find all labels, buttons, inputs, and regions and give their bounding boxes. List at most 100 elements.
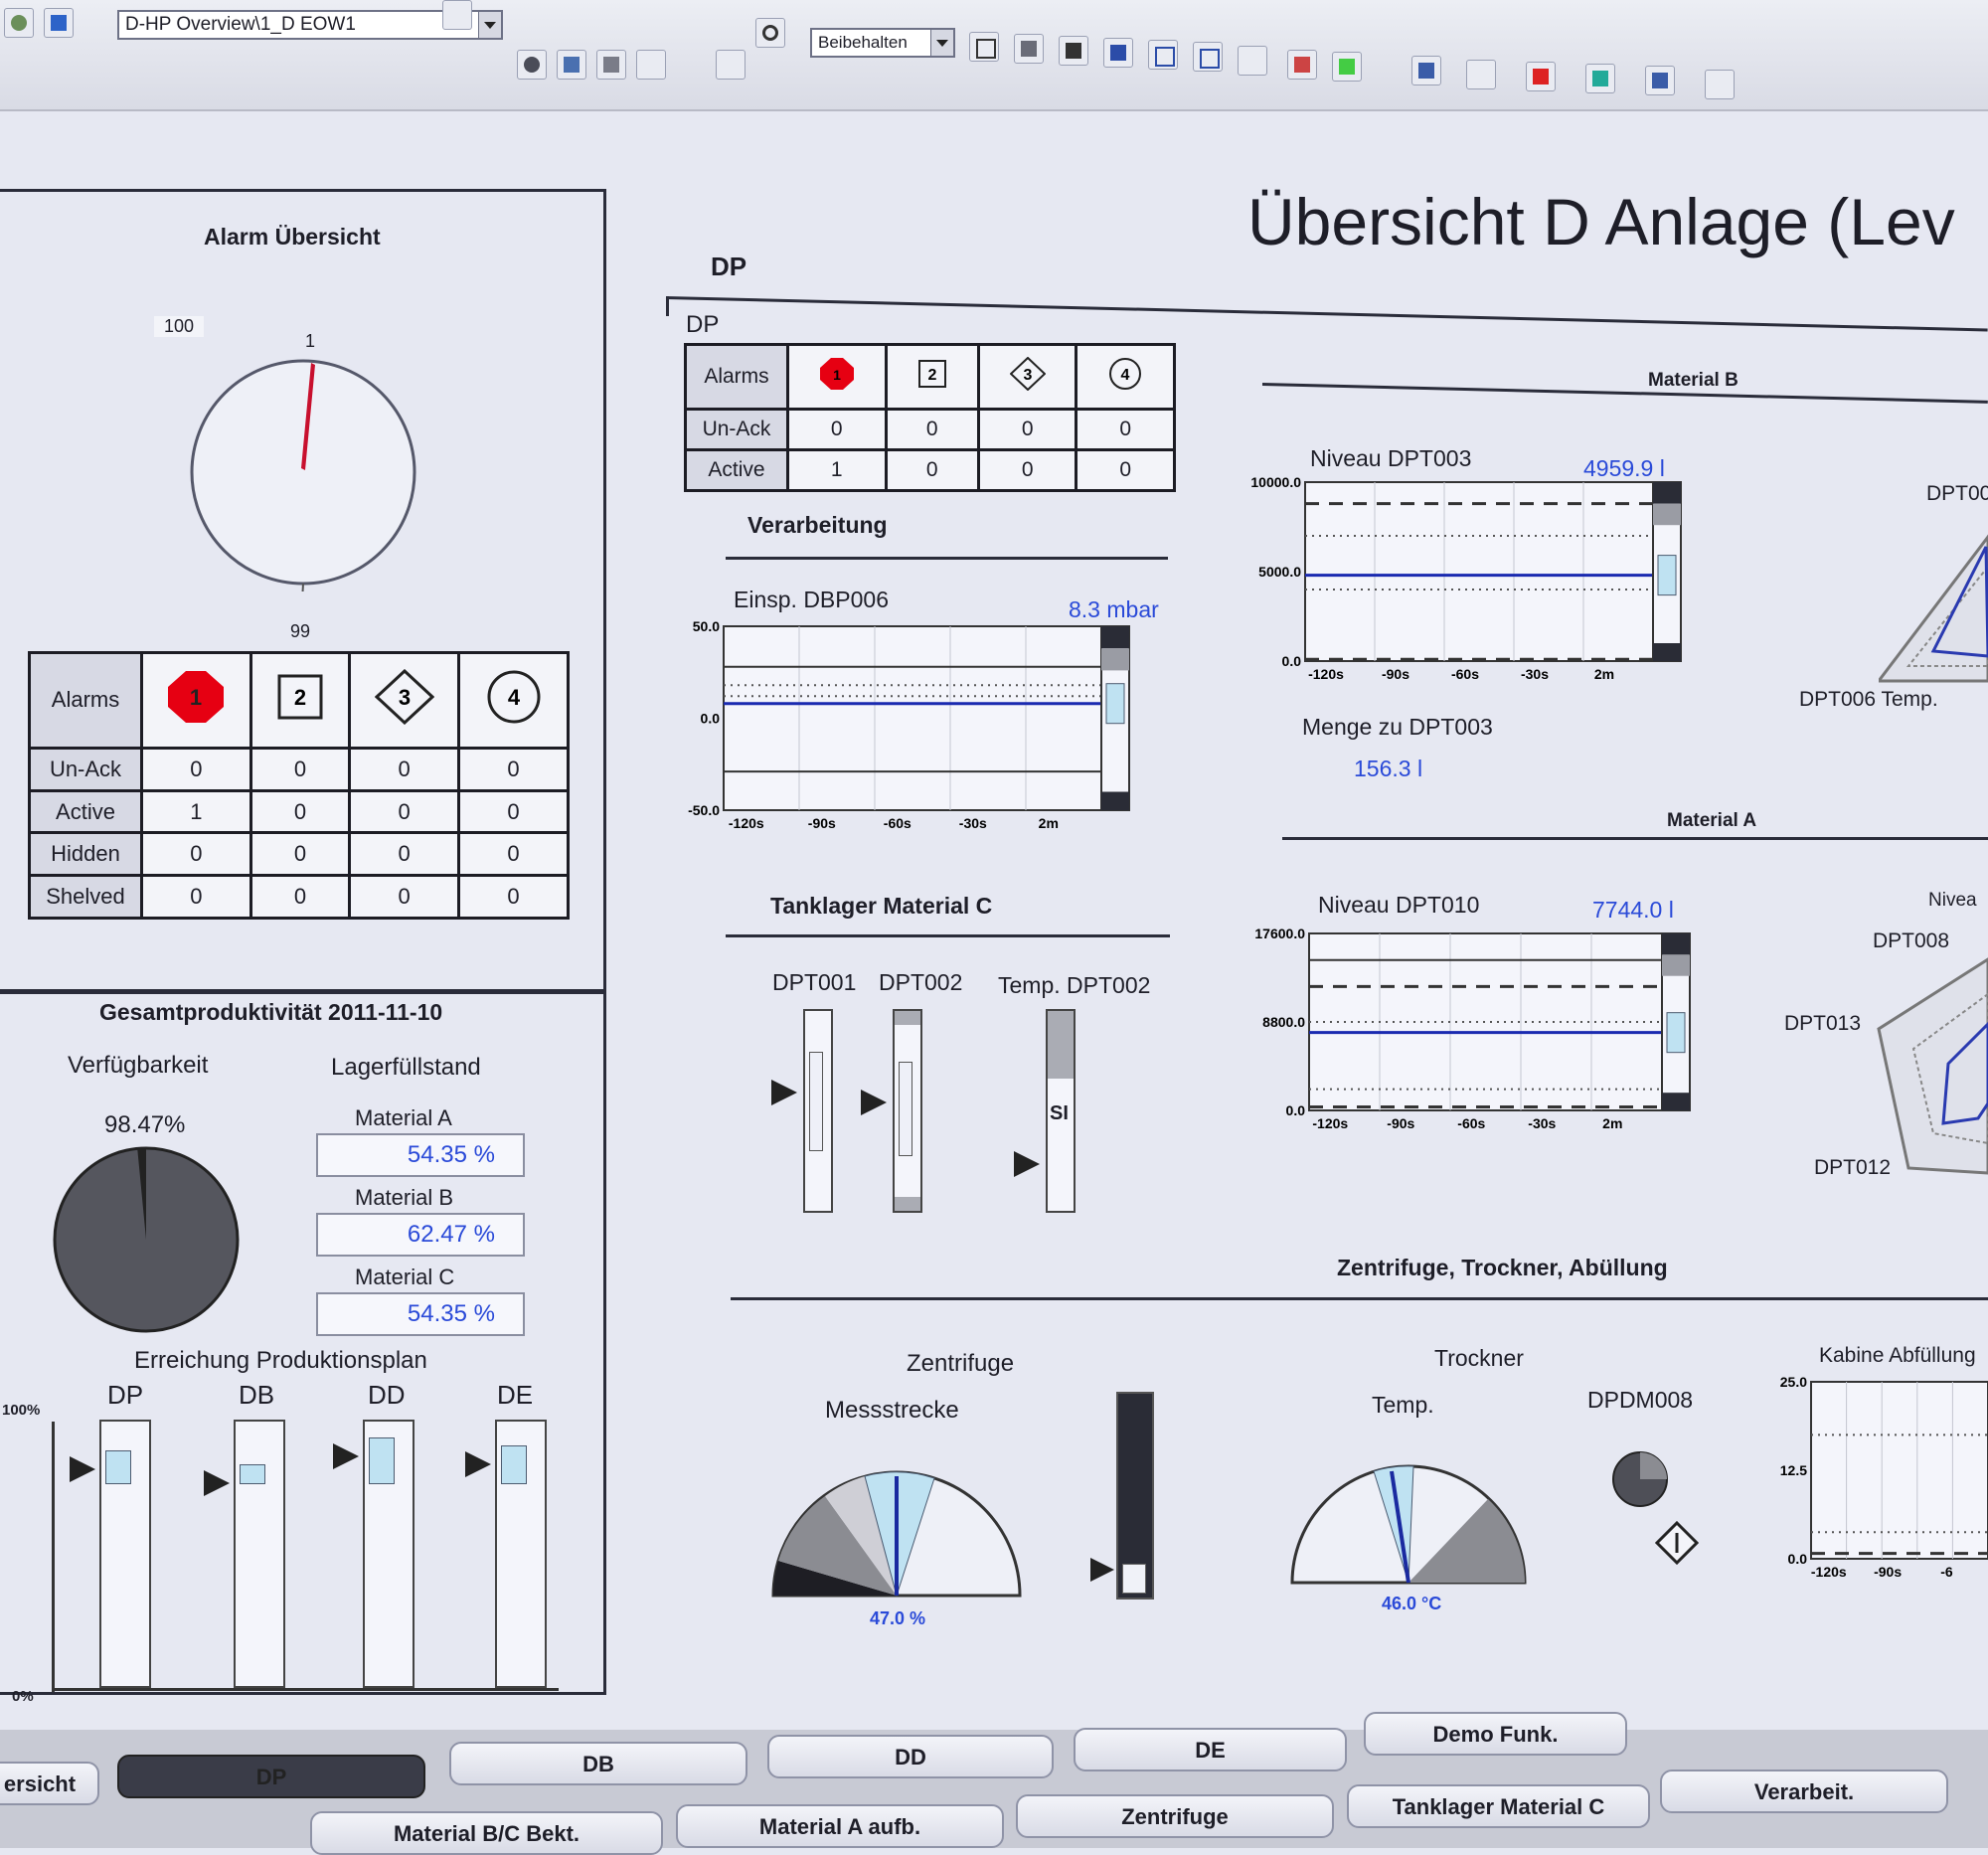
nav-button-tanklager-material-c[interactable]: Tanklager Material C	[1347, 1784, 1650, 1828]
alarm-overview-title: Alarm Übersicht	[204, 224, 381, 250]
cell: 0	[457, 788, 570, 835]
dp-bracket	[666, 296, 669, 316]
kabine-label: Kabine Abfüllung	[1819, 1344, 1976, 1367]
dpdm-status-icon[interactable]	[1610, 1449, 1670, 1509]
material-a-x-tick: -90s	[1387, 1115, 1414, 1131]
printer-icon[interactable]	[1014, 34, 1044, 64]
panel-icon[interactable]	[1332, 52, 1362, 82]
window-icon[interactable]	[1148, 40, 1178, 70]
chevron-down-icon[interactable]	[478, 12, 501, 38]
alarm-priority-4[interactable]: 4	[457, 651, 570, 750]
alarm-priority-3[interactable]: 3	[348, 651, 461, 750]
dp-priority-1[interactable]: 1	[786, 342, 888, 412]
settings-icon[interactable]	[517, 50, 547, 80]
nav-button-material-a-aufb-[interactable]: Material A aufb.	[676, 1804, 1004, 1848]
verarbeitung-scale-band	[1101, 648, 1129, 671]
cell: 0	[140, 874, 252, 920]
cell: 1	[786, 448, 888, 492]
trockner-gauge	[1290, 1464, 1527, 1585]
tank-label-1: DPT001	[772, 969, 857, 995]
tag-icon[interactable]	[1645, 66, 1675, 95]
verarbeitung-title: Verarbeitung	[747, 512, 888, 538]
layout-icon[interactable]	[1238, 46, 1267, 76]
more-icon[interactable]	[1705, 70, 1735, 99]
dp-header-label: Alarms	[684, 342, 789, 412]
productivity-title: Gesamtproduktivität 2011-11-10	[99, 999, 443, 1025]
cube-icon[interactable]	[44, 8, 74, 38]
cell: 0	[884, 408, 980, 452]
zentrifuge-level-bar	[1116, 1392, 1154, 1600]
nav-button-db[interactable]: DB	[449, 1742, 747, 1785]
material-b-trend[interactable]: 10000.0 5000.0 0.0 -120s -90s -60s -30s 2m	[1231, 472, 1683, 696]
zentrifuge-rule	[731, 1297, 1988, 1300]
material-a-x-tick: -60s	[1457, 1115, 1485, 1131]
back-icon[interactable]	[4, 8, 34, 38]
zentrifuge-label: Zentrifuge	[907, 1350, 1015, 1377]
dpdm-alarm-icon[interactable]	[1655, 1521, 1699, 1565]
alarm-header-label: Alarms	[28, 651, 143, 750]
nav-button-zentrifuge[interactable]: Zentrifuge	[1016, 1794, 1334, 1838]
dp-priority-4[interactable]: 4	[1075, 342, 1176, 412]
nav-button-label: Tanklager Material C	[1392, 1794, 1605, 1819]
wrench-icon[interactable]	[1103, 38, 1133, 68]
chevron-down-icon[interactable]	[930, 30, 953, 56]
dp-priority-3[interactable]: 3	[976, 342, 1078, 412]
dp-priority-4-label: 4	[1121, 367, 1130, 384]
material-b-trend-label: Niveau DPT003	[1310, 445, 1472, 471]
dp-priority-2[interactable]: 2	[884, 342, 980, 412]
alarm-red-icon[interactable]	[1526, 62, 1556, 91]
nav-button-dd[interactable]: DD	[767, 1735, 1054, 1778]
verarbeitung-y-tick: 50.0	[693, 618, 720, 634]
filter-icon[interactable]	[1466, 60, 1496, 89]
material-a-value: 54.35 %	[316, 1133, 525, 1177]
dpdm-label: DPDM008	[1587, 1387, 1694, 1413]
material-b-x-tick: -60s	[1451, 666, 1479, 682]
link-icon[interactable]	[557, 50, 586, 80]
tank-bar	[893, 1009, 922, 1213]
nav-button-dp[interactable]: DP	[117, 1755, 425, 1798]
alarm-priority-1[interactable]: 1	[140, 651, 252, 750]
nav-button-material-b-c-bekt-[interactable]: Material B/C Bekt.	[310, 1811, 663, 1855]
verarbeitung-x-tick: -60s	[884, 815, 911, 831]
availability-label: Verfügbarkeit	[68, 1052, 209, 1079]
dropdown-icon[interactable]	[442, 0, 472, 30]
material-a-trend[interactable]: 17600.0 8800.0 0.0 -120s -90s -60s -30s 2m	[1235, 920, 1692, 1148]
nav-button-demo-funk-[interactable]: Demo Funk.	[1364, 1712, 1627, 1756]
kabine-trend[interactable]: 25.0 12.5 0.0 -120s -90s -6	[1761, 1370, 1988, 1599]
kabine-y-tick: 0.0	[1788, 1551, 1808, 1567]
availability-pie	[53, 1146, 240, 1333]
grid-icon[interactable]	[969, 32, 999, 62]
undo-icon[interactable]	[636, 50, 666, 80]
close-window-icon[interactable]	[1193, 42, 1223, 72]
cell: 0	[786, 408, 888, 452]
export-icon[interactable]	[1411, 56, 1441, 85]
mode-combo[interactable]: Beibehalten	[810, 28, 955, 58]
verarbeitung-x-tick: -90s	[808, 815, 836, 831]
tank-bar-bottom	[895, 1197, 920, 1211]
split-icon[interactable]	[1287, 50, 1317, 80]
cell: 0	[248, 831, 352, 878]
nav-button-ersicht[interactable]: ersicht	[0, 1762, 99, 1805]
verarbeitung-trend[interactable]: 50.0 0.0 -50.0 -120s -90s -60s -30s 2m	[679, 616, 1136, 850]
radar-a-label-3: DPT013	[1784, 1012, 1862, 1035]
cell: 0	[1075, 408, 1176, 452]
plan-bar-fill	[369, 1436, 395, 1485]
messstrecke-label: Messstrecke	[825, 1397, 959, 1424]
print-icon[interactable]	[596, 50, 626, 80]
plan-bar	[495, 1420, 547, 1688]
nav-button-de[interactable]: DE	[1074, 1728, 1347, 1771]
material-a-rule	[1282, 837, 1988, 840]
plan-title: Erreichung Produktionsplan	[134, 1347, 427, 1374]
nav-button-verarbeit-[interactable]: Verarbeit.	[1660, 1770, 1948, 1813]
tools-icon[interactable]	[1059, 36, 1088, 66]
alarm-priority-2[interactable]: 2	[248, 651, 352, 750]
alarm-green-icon[interactable]	[1585, 64, 1615, 93]
nav-button-label: Zentrifuge	[1121, 1804, 1229, 1829]
kabine-x-tick: -90s	[1874, 1564, 1902, 1580]
zentrifuge-section-title: Zentrifuge, Trockner, Abüllung	[1337, 1255, 1668, 1280]
verarbeitung-scale-marker	[1105, 683, 1125, 725]
kabine-y-tick: 25.0	[1780, 1374, 1807, 1390]
zoom-icon[interactable]	[755, 18, 785, 48]
page-icon[interactable]	[716, 50, 746, 80]
kabine-svg: 25.0 12.5 0.0-120s -90s -6	[1780, 1374, 1988, 1580]
